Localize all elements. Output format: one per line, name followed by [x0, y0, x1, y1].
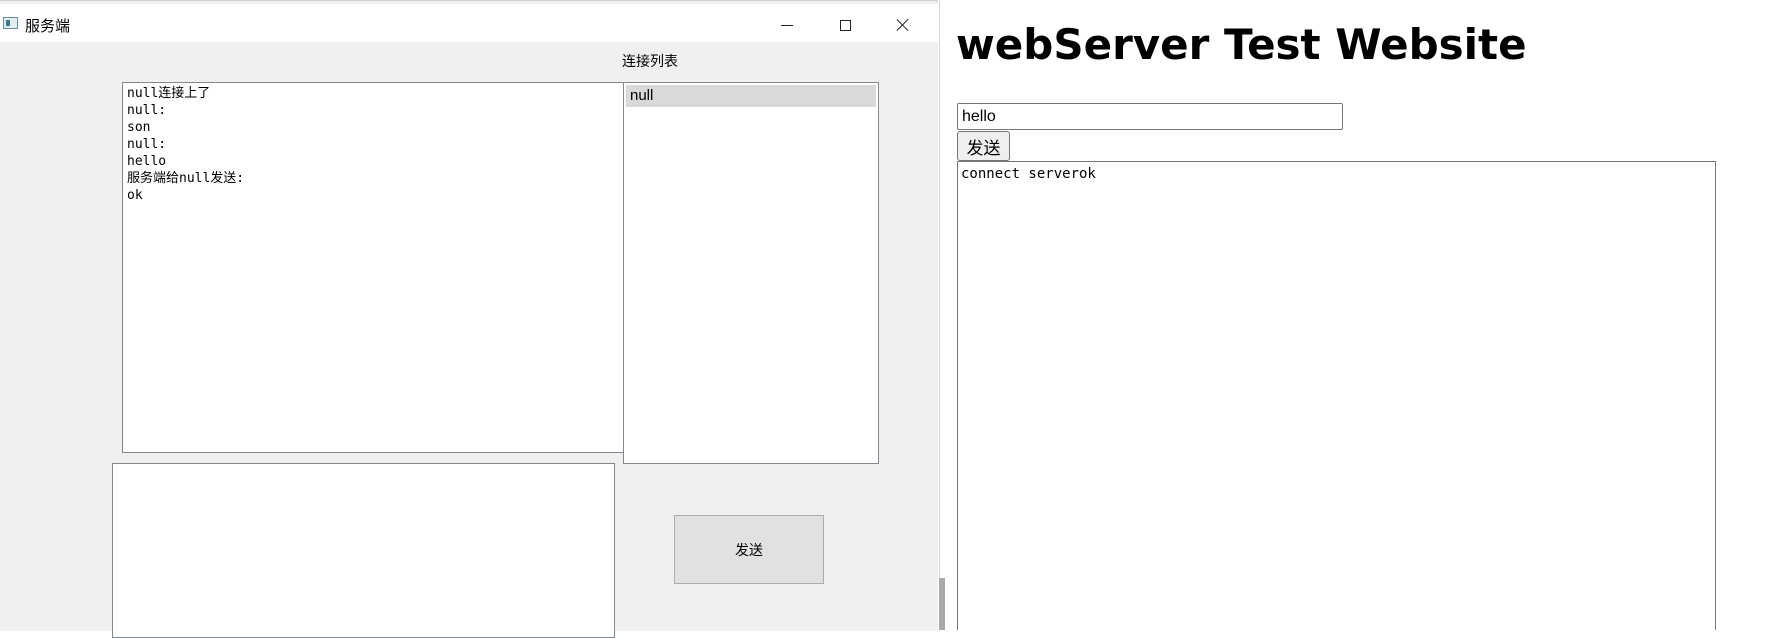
server-window: 服务端 连接列表 null连接上了 null: son null: hello … [0, 0, 938, 638]
window-title: 服务端 [25, 18, 71, 35]
scrollbar-thumb[interactable] [939, 578, 945, 630]
output-textarea[interactable]: connect serverok [957, 161, 1716, 630]
maximize-button[interactable] [817, 7, 873, 43]
connection-list[interactable]: null [623, 82, 879, 464]
log-line: null: [127, 137, 167, 152]
connection-list-label: 连接列表 [622, 53, 678, 69]
page-title: webServer Test Website [956, 20, 1527, 69]
close-icon [896, 18, 910, 32]
app-icon [3, 17, 18, 29]
message-input[interactable] [112, 463, 615, 638]
close-button[interactable] [875, 7, 931, 43]
title-bar[interactable]: 服务端 [0, 4, 938, 43]
log-line: null: [127, 103, 167, 118]
connection-list-item[interactable]: null [626, 85, 876, 107]
message-input-field[interactable] [957, 103, 1343, 130]
web-page: webServer Test Website 发送 connect server… [946, 0, 1774, 630]
log-line: ok [127, 188, 143, 203]
log-line: null连接上了 [127, 86, 211, 101]
minimize-button[interactable] [759, 7, 815, 43]
maximize-icon [839, 19, 851, 31]
minimize-icon [781, 24, 793, 26]
message-log[interactable]: null连接上了 null: son null: hello 服务端给null发… [122, 82, 630, 453]
send-button[interactable]: 发送 [674, 515, 824, 584]
log-line: hello [127, 154, 167, 169]
log-line: 服务端给null发送: [127, 171, 245, 186]
window-divider [938, 0, 946, 630]
web-send-button[interactable]: 发送 [957, 131, 1010, 161]
log-line: son [127, 120, 151, 135]
